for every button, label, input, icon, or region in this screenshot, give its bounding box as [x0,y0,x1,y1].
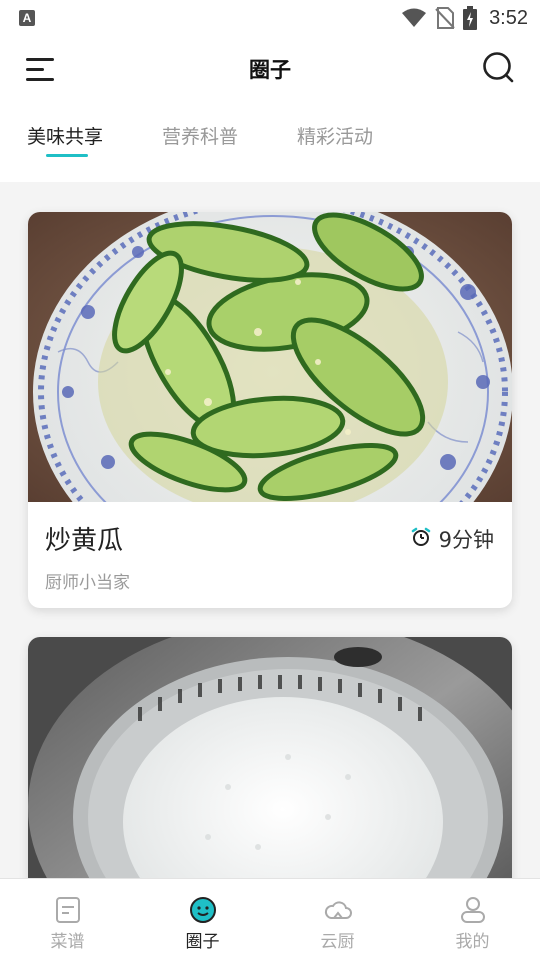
nav-item-profile[interactable]: 我的 [405,879,540,960]
active-tab-indicator [46,154,88,157]
smiley-chat-icon [188,895,218,925]
recipe-author: 厨师小当家 [45,573,130,593]
nav-label: 圈子 [185,932,220,952]
search-button[interactable] [482,51,514,83]
nav-label: 我的 [455,932,490,952]
search-icon [483,52,514,83]
tab-food-share[interactable]: 美味共享 [27,122,103,149]
wifi-icon [401,8,427,28]
nav-item-recipes[interactable]: 菜谱 [0,879,135,960]
tab-activities[interactable]: 精彩活动 [297,122,373,149]
nav-item-cloud-kitchen[interactable]: 云厨 [270,879,405,960]
recipe-time: 9分钟 [411,524,494,554]
app-bar: 圈子 [0,36,540,102]
category-tabs: 美味共享 营养科普 精彩活动 [0,102,540,182]
recipe-card[interactable] [28,637,512,897]
nav-label: 云厨 [320,932,355,952]
recipe-card[interactable]: 炒黄瓜 厨师小当家 9分钟 [28,212,512,608]
nav-label: 菜谱 [50,932,85,952]
status-time: 3:52 [489,6,528,29]
cloud-icon [323,895,353,925]
app-notification-icon: A [19,10,35,26]
page-title: 圈子 [249,58,291,82]
rice-dish-image [28,637,512,897]
user-icon [458,895,488,925]
status-bar: A 3:52 [0,0,540,36]
recipe-book-icon [53,895,83,925]
alarm-clock-icon [411,527,431,552]
bottom-nav: 菜谱 圈子 云厨 我的 [0,878,540,960]
nav-item-circle[interactable]: 圈子 [135,879,270,960]
recipe-title: 炒黄瓜 [45,526,124,556]
battery-charging-icon [463,6,478,30]
recipe-time-label: 9分钟 [438,528,494,552]
status-icons: 3:52 [401,6,528,30]
no-sim-icon [435,7,455,29]
tab-nutrition[interactable]: 营养科普 [162,122,238,149]
cucumber-dish-image [28,212,512,502]
